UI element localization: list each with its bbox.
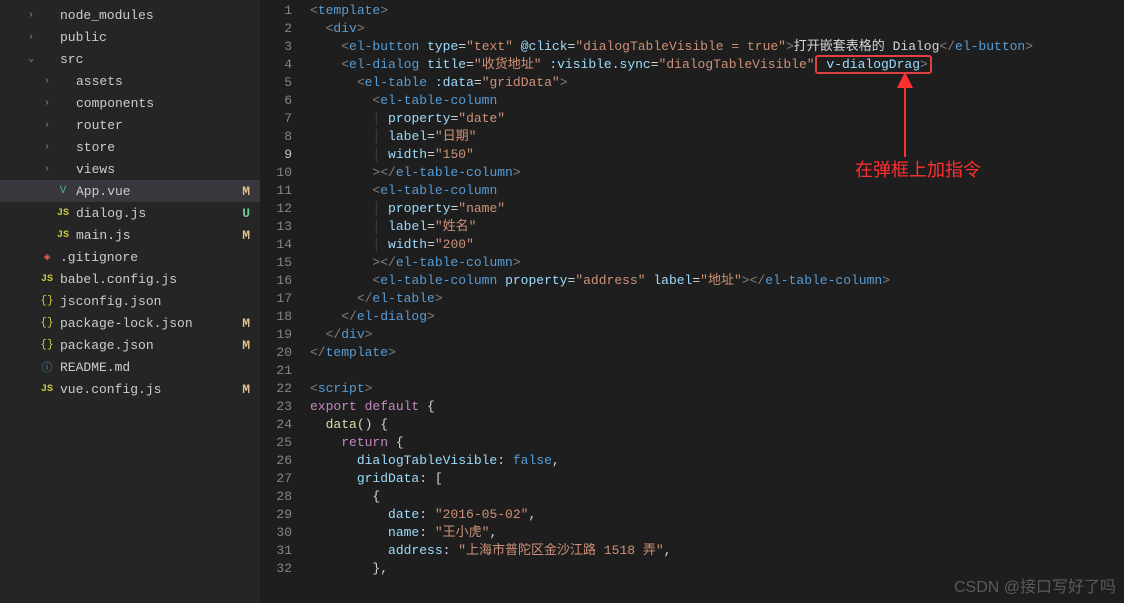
tree-item[interactable]: › store (0, 136, 260, 158)
file-icon: JS (38, 384, 56, 395)
watermark: CSDN @接口写好了吗 (954, 573, 1116, 597)
file-name: dialog.js (76, 206, 242, 221)
file-name: public (60, 30, 250, 45)
code-area[interactable]: <template> <div> <el-button type="text" … (310, 0, 1124, 603)
line-number: 1 (260, 2, 292, 20)
git-badge: M (242, 184, 250, 199)
line-number: 10 (260, 164, 292, 182)
line-numbers: 1234567891011121314151617181920212223242… (260, 0, 310, 603)
line-number: 28 (260, 488, 292, 506)
file-name: .gitignore (60, 250, 250, 265)
line-number: 8 (260, 128, 292, 146)
chevron-icon: › (40, 142, 54, 153)
line-number: 4 (260, 56, 292, 74)
file-name: src (60, 52, 250, 67)
tree-item[interactable]: JS dialog.jsU (0, 202, 260, 224)
line-number: 27 (260, 470, 292, 488)
tree-item[interactable]: JS main.jsM (0, 224, 260, 246)
chevron-icon: › (24, 32, 38, 43)
chevron-icon: › (40, 164, 54, 175)
file-icon: JS (38, 274, 56, 285)
file-name: components (76, 96, 250, 111)
file-icon: {} (38, 317, 56, 329)
file-name: README.md (60, 360, 250, 375)
line-number: 7 (260, 110, 292, 128)
file-name: babel.config.js (60, 272, 250, 287)
tree-item[interactable]: › components (0, 92, 260, 114)
line-number: 31 (260, 542, 292, 560)
line-number: 29 (260, 506, 292, 524)
file-name: router (76, 118, 250, 133)
line-number: 22 (260, 380, 292, 398)
line-number: 18 (260, 308, 292, 326)
file-name: vue.config.js (60, 382, 242, 397)
git-badge: M (242, 228, 250, 243)
line-number: 20 (260, 344, 292, 362)
line-number: 23 (260, 398, 292, 416)
tree-item[interactable]: ⓘ README.md (0, 356, 260, 378)
git-badge: M (242, 316, 250, 331)
code-editor[interactable]: 1234567891011121314151617181920212223242… (260, 0, 1124, 603)
file-icon: JS (54, 230, 72, 241)
git-badge: M (242, 338, 250, 353)
chevron-icon: › (40, 98, 54, 109)
line-number: 6 (260, 92, 292, 110)
tree-item[interactable]: › router (0, 114, 260, 136)
line-number: 5 (260, 74, 292, 92)
file-icon: {} (38, 339, 56, 351)
file-name: views (76, 162, 250, 177)
line-number: 25 (260, 434, 292, 452)
line-number: 17 (260, 290, 292, 308)
file-icon: JS (54, 208, 72, 219)
file-name: assets (76, 74, 250, 89)
file-icon: {} (38, 295, 56, 307)
chevron-icon: › (40, 120, 54, 131)
tree-item[interactable]: ◈ .gitignore (0, 246, 260, 268)
highlighted-directive: v-dialogDrag> (815, 55, 932, 74)
line-number: 9 (260, 146, 292, 164)
tree-item[interactable]: › public (0, 26, 260, 48)
tree-item[interactable]: ⌄ src (0, 48, 260, 70)
file-icon: ⓘ (38, 359, 56, 375)
file-icon: V (54, 185, 72, 197)
annotation-text: 在弹框上加指令 (855, 156, 981, 182)
line-number: 32 (260, 560, 292, 578)
tree-item[interactable]: {} package.jsonM (0, 334, 260, 356)
file-name: node_modules (60, 8, 250, 23)
line-number: 24 (260, 416, 292, 434)
file-name: App.vue (76, 184, 242, 199)
file-name: main.js (76, 228, 242, 243)
line-number: 15 (260, 254, 292, 272)
line-number: 2 (260, 20, 292, 38)
line-number: 30 (260, 524, 292, 542)
file-name: store (76, 140, 250, 155)
line-number: 14 (260, 236, 292, 254)
tree-item[interactable]: JS babel.config.js (0, 268, 260, 290)
line-number: 21 (260, 362, 292, 380)
tree-item[interactable]: › node_modules (0, 4, 260, 26)
line-number: 16 (260, 272, 292, 290)
chevron-icon: › (40, 76, 54, 87)
line-number: 3 (260, 38, 292, 56)
chevron-icon: › (24, 10, 38, 21)
line-number: 26 (260, 452, 292, 470)
tree-item[interactable]: JS vue.config.jsM (0, 378, 260, 400)
line-number: 13 (260, 218, 292, 236)
tree-item[interactable]: {} package-lock.jsonM (0, 312, 260, 334)
tree-item[interactable]: V App.vueM (0, 180, 260, 202)
line-number: 11 (260, 182, 292, 200)
line-number: 19 (260, 326, 292, 344)
file-icon: ◈ (38, 250, 56, 264)
tree-item[interactable]: › assets (0, 70, 260, 92)
git-badge: U (242, 206, 250, 221)
tree-item[interactable]: › views (0, 158, 260, 180)
chevron-icon: ⌄ (24, 53, 38, 65)
file-name: package.json (60, 338, 242, 353)
file-name: package-lock.json (60, 316, 242, 331)
line-number: 12 (260, 200, 292, 218)
file-explorer[interactable]: › node_modules › public ⌄ src › assets › componen… (0, 0, 260, 603)
tree-item[interactable]: {} jsconfig.json (0, 290, 260, 312)
git-badge: M (242, 382, 250, 397)
file-name: jsconfig.json (60, 294, 250, 309)
